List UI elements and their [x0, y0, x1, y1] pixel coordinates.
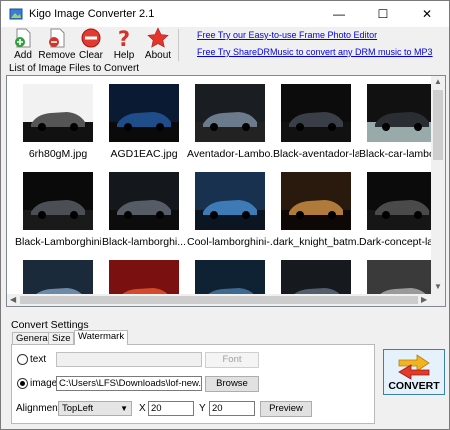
image-thumbnail [195, 84, 265, 142]
list-item[interactable]: dark_knight_batm... [273, 172, 359, 254]
image-caption: Black-Lamborghini-... [15, 236, 101, 248]
app-icon [9, 8, 23, 20]
svg-text:?: ? [118, 27, 130, 49]
watermark-text-field[interactable] [56, 352, 202, 367]
clear-icon [81, 28, 101, 48]
convert-arrows-icon [398, 354, 430, 380]
file-list-group-title: List of Image Files to Convert [7, 63, 142, 74]
help-label: Help [113, 50, 135, 61]
drm-music-link[interactable]: Free Try ShareDRMusic to convert any DRM… [197, 47, 433, 57]
image-caption: dark_knight_batm... [273, 236, 359, 248]
image-file-list[interactable]: 6rh80gM.jpg AGD1EAC.jpg Aventador-Lambo...… [6, 75, 446, 307]
alignment-value: TopLeft [62, 403, 94, 414]
remove-file-icon [49, 28, 65, 48]
x-label: X [139, 403, 146, 414]
add-label: Add [14, 50, 32, 61]
about-button[interactable]: About [138, 27, 178, 61]
image-caption: AGD1EAC.jpg [110, 148, 178, 160]
y-label: Y [199, 403, 206, 414]
list-item[interactable]: Black-lamborghi... [101, 172, 187, 254]
photo-editor-link[interactable]: Free Try our Easy-to-use Frame Photo Edi… [197, 30, 377, 40]
close-icon[interactable]: ✕ [405, 1, 449, 27]
car-photo-icon [281, 172, 351, 230]
image-thumbnail [367, 172, 437, 230]
scroll-right-icon[interactable]: ▶ [421, 295, 427, 304]
scroll-left-icon[interactable]: ◀ [10, 295, 16, 304]
image-thumbnail [109, 84, 179, 142]
title-bar: Kigo Image Converter 2.1 — ☐ ✕ [1, 1, 449, 27]
image-caption: Cool-lamborghini-... [187, 236, 273, 248]
image-thumbnail [281, 84, 351, 142]
add-file-icon [15, 28, 31, 48]
image-caption: Black-aventador-la... [273, 148, 359, 160]
alignment-label: Alignment [16, 403, 61, 414]
list-item[interactable]: Cool-lamborghini-... [187, 172, 273, 254]
scroll-up-icon[interactable]: ▲ [434, 77, 442, 86]
horizontal-scroll-thumb[interactable] [20, 296, 418, 304]
car-photo-icon [281, 84, 351, 142]
list-item[interactable]: Black-Lamborghini-... [15, 172, 101, 254]
text-option-label: text [30, 354, 47, 365]
car-photo-icon [23, 84, 93, 142]
image-thumbnail [281, 172, 351, 230]
list-item[interactable]: AGD1EAC.jpg [101, 84, 187, 166]
clear-label: Clear [79, 50, 103, 61]
car-photo-icon [109, 172, 179, 230]
alignment-select[interactable]: TopLeft ▼ [58, 401, 132, 416]
list-item[interactable]: Black-aventador-la... [273, 84, 359, 166]
vertical-scrollbar[interactable]: ▲ ▼ [431, 76, 445, 306]
convert-button[interactable]: CONVERT [383, 349, 445, 395]
vertical-scroll-thumb[interactable] [433, 90, 443, 160]
image-thumbnail [23, 172, 93, 230]
x-offset-field[interactable]: 20 [148, 401, 194, 416]
image-thumbnail [23, 84, 93, 142]
convert-label: CONVERT [388, 380, 440, 392]
watermark-panel: text Font image C:\Users\LFS\Downloads\l… [11, 344, 375, 424]
image-caption: Aventador-Lambo... [187, 148, 273, 160]
image-caption: 6rh80gM.jpg [28, 148, 88, 160]
minimize-icon[interactable]: — [317, 1, 361, 27]
about-label: About [144, 50, 172, 61]
toolbar: Add Remove Clear ? Help About Free Try o… [1, 27, 449, 63]
car-photo-icon [195, 84, 265, 142]
image-radio[interactable] [17, 378, 28, 389]
list-item[interactable]: Aventador-Lambo... [187, 84, 273, 166]
car-photo-icon [195, 172, 265, 230]
font-button[interactable]: Font [205, 352, 259, 368]
preview-button[interactable]: Preview [260, 401, 312, 417]
image-thumbnail [195, 172, 265, 230]
help-icon: ? [118, 27, 130, 49]
window-title: Kigo Image Converter 2.1 [29, 8, 155, 20]
toolbar-separator [178, 29, 179, 61]
watermark-image-path[interactable]: C:\Users\LFS\Downloads\lof-new.png [56, 376, 202, 391]
image-thumbnail [109, 172, 179, 230]
image-caption: Black-lamborghi... [101, 236, 187, 248]
text-radio[interactable] [17, 354, 28, 365]
car-photo-icon [23, 172, 93, 230]
horizontal-scrollbar[interactable]: ◀ ▶ [7, 294, 433, 306]
car-photo-icon [367, 172, 437, 230]
app-window: Kigo Image Converter 2.1 — ☐ ✕ Add Remov… [0, 0, 450, 430]
browse-button[interactable]: Browse [205, 376, 259, 392]
image-thumbnail [367, 84, 437, 142]
car-photo-icon [109, 84, 179, 142]
image-option-label: image [30, 378, 58, 389]
car-photo-icon [367, 84, 437, 142]
scroll-down-icon[interactable]: ▼ [434, 282, 442, 291]
chevron-down-icon: ▼ [120, 404, 128, 413]
y-offset-field[interactable]: 20 [209, 401, 255, 416]
tab-watermark[interactable]: Watermark [74, 330, 129, 345]
star-icon [147, 27, 169, 48]
maximize-icon[interactable]: ☐ [361, 1, 405, 27]
list-item[interactable]: 6rh80gM.jpg [15, 84, 101, 166]
